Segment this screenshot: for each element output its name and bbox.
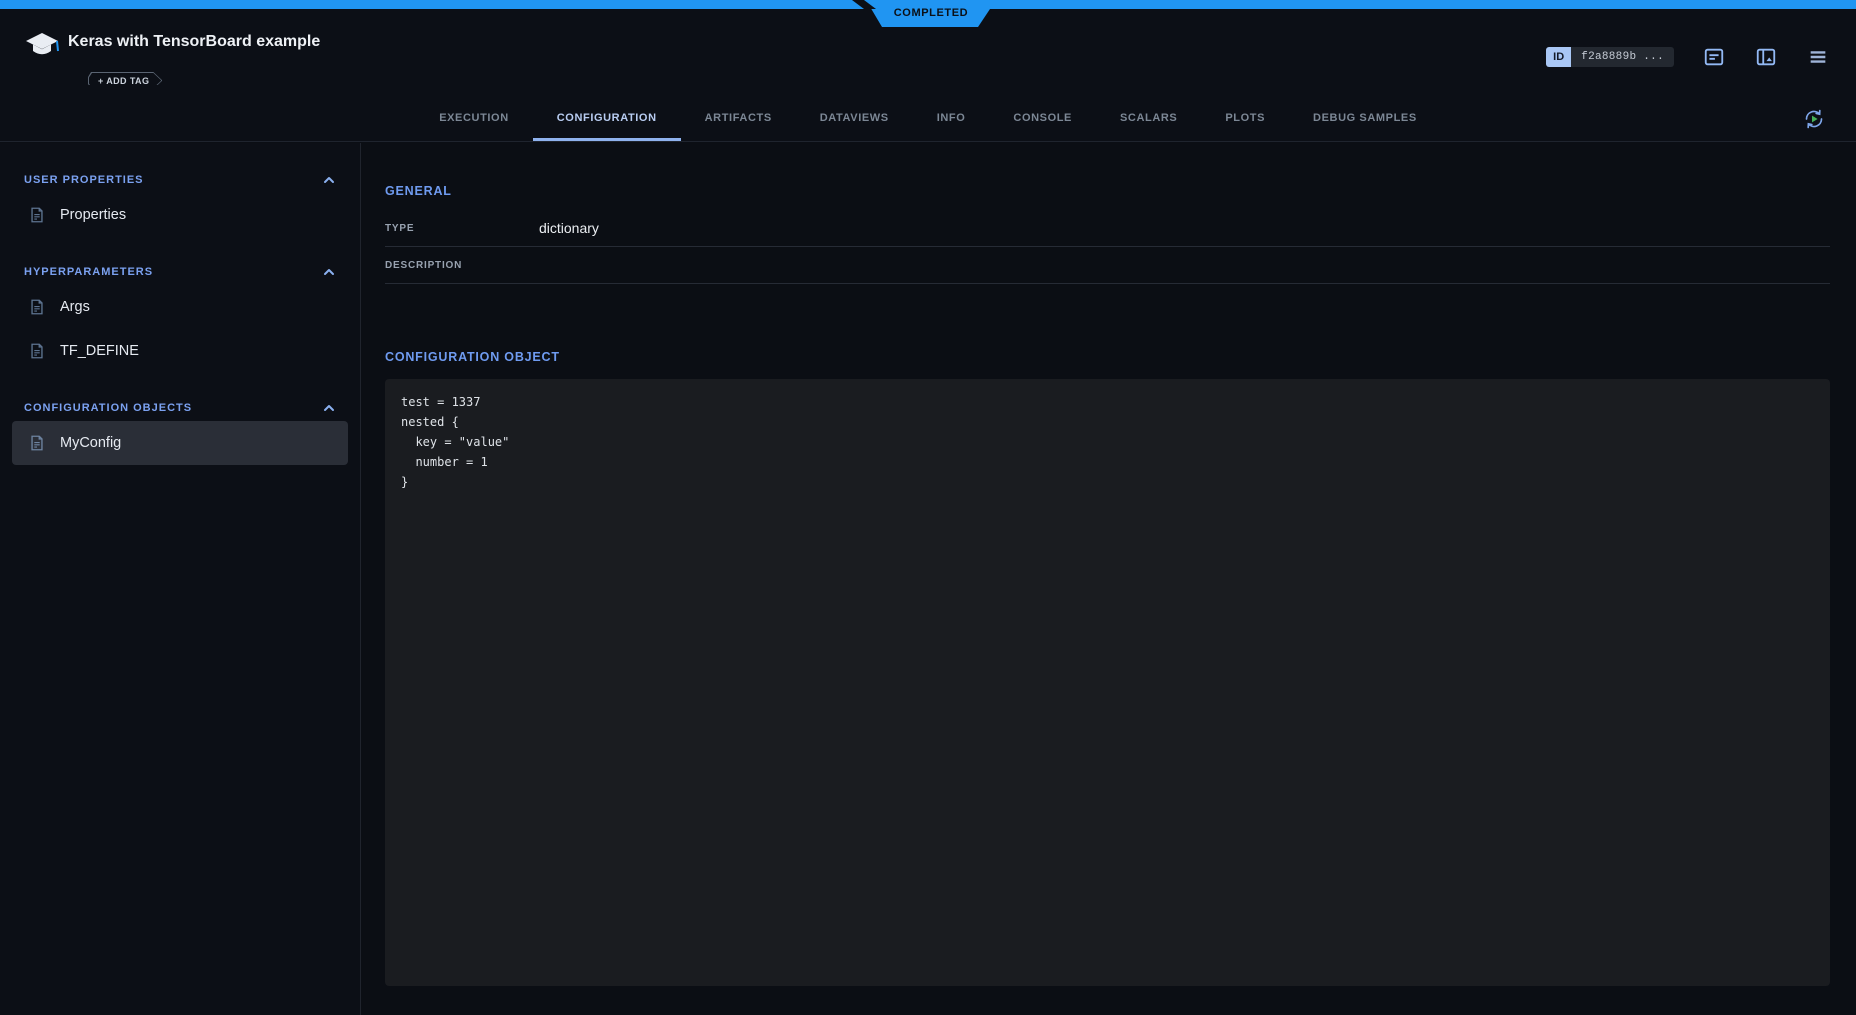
section-header-configuration-objects: CONFIGURATION OBJECTS: [24, 395, 336, 421]
auto-refresh-icon[interactable]: [1802, 107, 1826, 131]
config-row-type: TYPE dictionary: [385, 210, 1830, 247]
sidebar-item-tf-define[interactable]: TF_DEFINE: [12, 329, 348, 373]
id-badge: ID: [1546, 47, 1571, 67]
sidebar-item-label: TF_DEFINE: [60, 343, 139, 359]
row-value: dictionary: [539, 220, 599, 236]
experiment-tabbar: EXECUTION CONFIGURATION ARTIFACTS DATAVI…: [0, 85, 1856, 142]
sidebar-item-label: Args: [60, 299, 90, 315]
status-ribbon: COMPLETED: [846, 0, 1016, 27]
document-icon: [28, 206, 46, 224]
tab-artifacts[interactable]: ARTIFACTS: [681, 85, 796, 141]
configuration-panel: GENERAL TYPE dictionary DESCRIPTION CONF…: [361, 143, 1856, 1015]
chevron-up-icon[interactable]: [322, 265, 336, 279]
document-icon: [28, 298, 46, 316]
experiment-logo-icon: [24, 30, 60, 64]
section-header-hyperparameters: HYPERPARAMETERS: [24, 259, 336, 285]
parameters-sidebar: USER PROPERTIES Properties HYPERPARAMETE…: [0, 143, 361, 1015]
sidebar-item-myconfig[interactable]: MyConfig: [12, 421, 348, 465]
sidebar-item-label: Properties: [60, 207, 126, 223]
chevron-up-icon[interactable]: [322, 173, 336, 187]
configuration-object-viewer[interactable]: test = 1337 nested { key = "value" numbe…: [385, 379, 1830, 986]
document-icon: [28, 434, 46, 452]
row-label: TYPE: [385, 223, 539, 234]
general-section-title: GENERAL: [385, 184, 1830, 198]
sidebar-item-label: MyConfig: [60, 435, 121, 451]
tab-plots[interactable]: PLOTS: [1201, 85, 1289, 141]
config-row-description: DESCRIPTION: [385, 247, 1830, 284]
configuration-object-title: CONFIGURATION OBJECT: [385, 350, 1830, 364]
tab-dataviews[interactable]: DATAVIEWS: [796, 85, 913, 141]
tab-console[interactable]: CONSOLE: [989, 85, 1096, 141]
tab-configuration[interactable]: CONFIGURATION: [533, 85, 681, 141]
menu-icon[interactable]: [1806, 45, 1830, 69]
tab-execution[interactable]: EXECUTION: [415, 85, 533, 141]
comment-icon[interactable]: [1702, 45, 1726, 69]
experiment-id-chip[interactable]: ID f2a8889b ...: [1546, 47, 1674, 67]
chevron-up-icon[interactable]: [322, 401, 336, 415]
id-value: f2a8889b ...: [1571, 47, 1674, 67]
section-header-user-properties: USER PROPERTIES: [24, 167, 336, 193]
document-icon: [28, 342, 46, 360]
details-panel-icon[interactable]: [1754, 45, 1778, 69]
experiment-title: Keras with TensorBoard example: [68, 33, 320, 51]
configuration-object-code: test = 1337 nested { key = "value" numbe…: [401, 392, 1814, 492]
row-label: DESCRIPTION: [385, 260, 539, 271]
sidebar-item-args[interactable]: Args: [12, 285, 348, 329]
tab-info[interactable]: INFO: [913, 85, 990, 141]
tab-debug-samples[interactable]: DEBUG SAMPLES: [1289, 85, 1441, 141]
tab-scalars[interactable]: SCALARS: [1096, 85, 1201, 141]
status-badge: COMPLETED: [846, 0, 1016, 27]
sidebar-item-properties[interactable]: Properties: [12, 193, 348, 237]
